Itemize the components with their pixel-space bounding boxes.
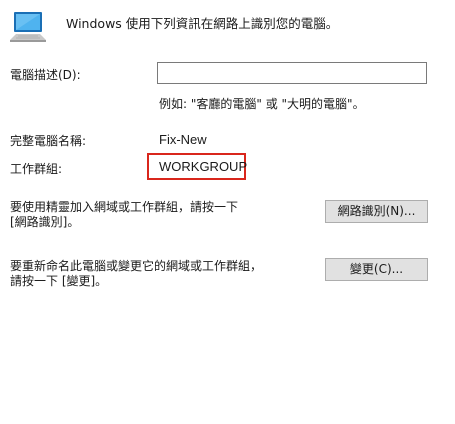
workgroup-label: 工作群組: [10, 162, 63, 176]
computer-icon [10, 9, 46, 45]
rename-instructions-line2: 請按一下 [變更]。 [10, 274, 108, 288]
description-example: 例如: "客廳的電腦" 或 "大明的電腦"。 [159, 97, 365, 111]
computer-description-input[interactable] [157, 62, 427, 84]
full-computer-name-label: 完整電腦名稱: [10, 134, 87, 148]
rename-instructions-line1: 要重新命名此電腦或變更它的網域或工作群組， [10, 259, 263, 273]
change-button[interactable]: 變更(C)... [325, 258, 428, 281]
full-computer-name-value: Fix-New [159, 132, 207, 147]
intro-text: Windows 使用下列資訊在網路上識別您的電腦。 [66, 16, 339, 31]
network-id-instructions-line1: 要使用精靈加入網域或工作群組，請按一下 [10, 200, 239, 214]
workgroup-value: WORKGROUP [159, 159, 248, 174]
network-id-instructions: 要使用精靈加入網域或工作群組，請按一下 [網路識別]。 [10, 200, 280, 230]
rename-instructions: 要重新命名此電腦或變更它的網域或工作群組， 請按一下 [變更]。 [10, 259, 280, 289]
network-id-instructions-line2: [網路識別]。 [10, 215, 80, 229]
computer-description-label: 電腦描述(D): [10, 68, 81, 82]
network-id-button[interactable]: 網路識別(N)... [325, 200, 428, 223]
